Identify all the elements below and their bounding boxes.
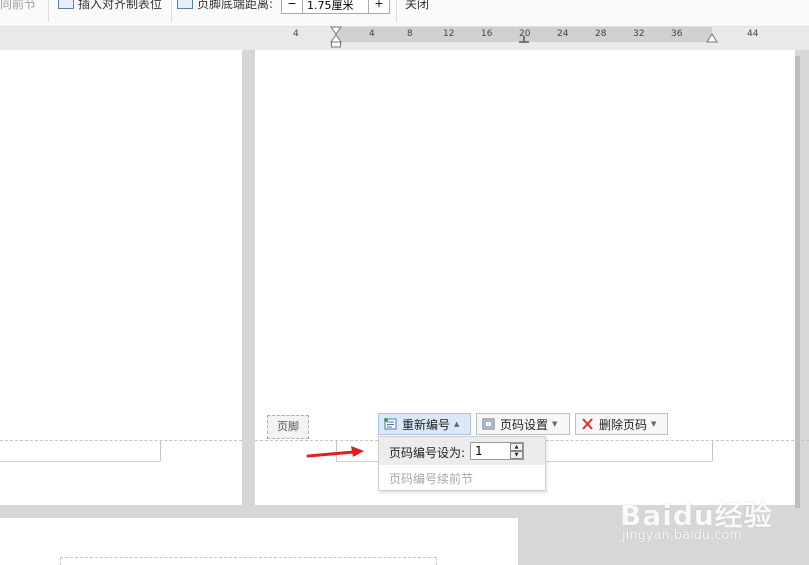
renumber-icon: [384, 418, 397, 430]
tab-stop-icon: [58, 0, 74, 9]
ruler-tick-label: 36: [671, 29, 683, 39]
previous-page: [0, 50, 242, 505]
page-settings-icon: [482, 418, 495, 430]
distance-increase-button[interactable]: +: [368, 0, 390, 14]
spin-up-icon[interactable]: ▲: [510, 443, 523, 451]
ruler-tick-label: 16: [481, 29, 493, 39]
delete-page-number-label: 删除页码: [599, 417, 648, 432]
right-indent-marker-icon[interactable]: [706, 33, 718, 43]
page-number-settings-button[interactable]: 页码设置 ▼: [476, 413, 570, 435]
continue-from-previous-option[interactable]: 页码编号续前节: [389, 470, 473, 487]
renumber-dropdown-menu: 页码编号设为: 1 ▲ ▼ 页码编号续前节: [378, 436, 546, 491]
ruler-tick-label: 24: [557, 29, 569, 39]
indent-marker-icon[interactable]: [330, 26, 342, 48]
footer-label-tag: 页脚: [267, 415, 309, 439]
ruler-tick-label: 8: [407, 29, 413, 39]
footer-boundary-line: [0, 440, 242, 441]
spin-down-icon[interactable]: ▼: [510, 451, 523, 459]
ruler-tick-label: 28: [595, 29, 607, 39]
delete-page-number-button[interactable]: 删除页码 ▼: [575, 413, 668, 435]
footer-margin-corner: [160, 440, 161, 461]
caret-up-icon: ▲: [454, 420, 460, 428]
footer-distance-icon: [177, 0, 193, 9]
watermark-url: jingyan.baidu.com: [622, 528, 742, 543]
header-footer-toolbar: 同前节 插入对齐制表位 页脚底端距离: − 1.75厘米 + 关闭: [0, 0, 809, 27]
toolbar-divider: [48, 0, 49, 22]
toolbar-divider: [396, 0, 397, 22]
chevron-down-icon: ▼: [651, 420, 657, 428]
footer-margin-line: [0, 461, 160, 462]
distance-decrease-button[interactable]: −: [281, 0, 303, 14]
footer-distance-input[interactable]: 1.75厘米: [302, 0, 370, 14]
renumber-label: 重新编号: [402, 417, 451, 432]
red-arrow-icon: [306, 446, 364, 458]
ruler-tick-label: 4: [369, 29, 375, 39]
set-page-number-row[interactable]: 页码编号设为: 1 ▲ ▼: [379, 437, 545, 465]
ruler-tick-label: 44: [747, 29, 759, 39]
header-margin-corner: [436, 557, 437, 565]
chevron-down-icon: ▼: [552, 420, 558, 428]
toolbar-divider: [171, 0, 172, 22]
ruler-tick-label: 12: [443, 29, 455, 39]
page-number-settings-label: 页码设置: [500, 417, 549, 432]
footer-bottom-distance-label: 页脚底端距离:: [197, 0, 274, 11]
footer-margin-corner: [712, 440, 713, 461]
header-margin-corner: [60, 557, 61, 565]
header-boundary-line: [60, 557, 436, 558]
same-as-prev-section-button[interactable]: 同前节: [0, 0, 36, 12]
ruler-tick-label: 32: [633, 29, 645, 39]
page-number-spinner[interactable]: ▲ ▼: [510, 443, 523, 459]
set-page-number-label: 页码编号设为:: [389, 446, 466, 460]
insert-tab-stop-button[interactable]: 插入对齐制表位: [78, 0, 162, 12]
delete-x-icon: [582, 418, 593, 430]
tab-marker-icon[interactable]: [519, 36, 529, 44]
renumber-button[interactable]: 重新编号 ▲: [378, 413, 471, 435]
ruler-tick-label: 4: [293, 29, 299, 39]
close-header-footer-button[interactable]: 关闭: [405, 0, 429, 12]
